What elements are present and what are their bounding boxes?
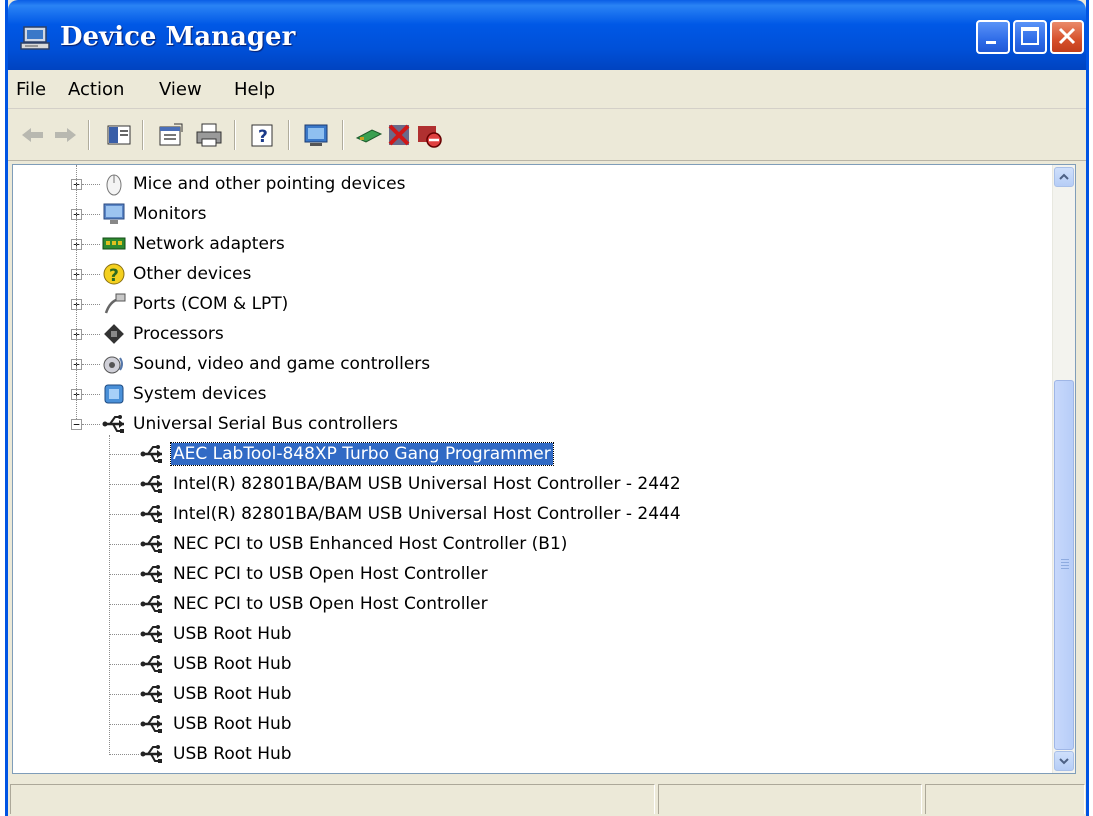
menu-action[interactable]: Action: [68, 79, 124, 100]
window-title: Device Manager: [60, 22, 296, 52]
port-icon: [104, 293, 126, 314]
svg-text:?: ?: [109, 266, 119, 286]
device-label[interactable]: NEC PCI to USB Open Host Controller: [171, 563, 490, 585]
device-label[interactable]: Intel(R) 82801BA/BAM USB Universal Host …: [171, 503, 683, 525]
system-icon: [104, 384, 124, 404]
scroll-up-button[interactable]: [1054, 167, 1074, 187]
menu-view[interactable]: View: [159, 79, 202, 100]
category-label[interactable]: Monitors: [131, 203, 208, 225]
device-label[interactable]: USB Root Hub: [171, 683, 294, 705]
svg-text:?: ?: [258, 127, 268, 147]
unknown-device-icon: ?: [103, 263, 125, 286]
category-label[interactable]: Network adapters: [131, 233, 287, 255]
usb-icon: [140, 595, 162, 613]
toolbar-separator: [342, 120, 344, 150]
toolbar-separator: [234, 120, 236, 150]
category-label[interactable]: Universal Serial Bus controllers: [131, 413, 400, 435]
chevron-up-icon: [1059, 173, 1069, 180]
processor-icon: [104, 324, 124, 344]
maximize-button[interactable]: [1013, 20, 1047, 54]
scroll-down-button[interactable]: [1054, 751, 1074, 771]
minimize-button[interactable]: [976, 20, 1010, 54]
scroll-thumb[interactable]: [1054, 380, 1074, 750]
usb-icon: [140, 505, 162, 523]
usb-icon: [102, 415, 124, 433]
usb-icon: [140, 745, 162, 763]
usb-icon: [140, 535, 162, 553]
maximize-icon: [1021, 27, 1039, 45]
category-label[interactable]: Other devices: [131, 263, 253, 285]
uninstall-icon[interactable]: [384, 120, 414, 150]
device-manager-window: Device Manager File Action View Help ? +…: [5, 0, 1089, 816]
category-label[interactable]: Sound, video and game controllers: [131, 353, 432, 375]
forward-arrow-icon[interactable]: [50, 120, 80, 150]
print-icon[interactable]: [194, 120, 224, 150]
device-label[interactable]: AEC LabTool-848XP Turbo Gang Programmer: [170, 442, 554, 466]
monitor-icon: [103, 203, 125, 224]
menu-bar: File Action View Help: [8, 70, 1086, 109]
device-label[interactable]: USB Root Hub: [171, 743, 294, 765]
update-driver-icon[interactable]: [354, 120, 384, 150]
menu-help[interactable]: Help: [234, 79, 275, 100]
chevron-down-icon: [1059, 758, 1069, 765]
usb-icon: [140, 565, 162, 583]
disable-icon[interactable]: [414, 120, 444, 150]
category-label[interactable]: System devices: [131, 383, 269, 405]
device-label[interactable]: Intel(R) 82801BA/BAM USB Universal Host …: [171, 473, 683, 495]
back-arrow-icon[interactable]: [18, 120, 48, 150]
minimize-icon: [986, 41, 996, 44]
category-label[interactable]: Processors: [131, 323, 226, 345]
usb-icon: [140, 685, 162, 703]
status-bar: [8, 778, 1086, 816]
scan-hardware-icon[interactable]: [302, 120, 332, 150]
toolbar: ?: [8, 110, 1086, 161]
computer-icon: [20, 26, 50, 50]
title-bar[interactable]: Device Manager: [8, 0, 1086, 70]
status-pane-secondary: [658, 784, 922, 814]
collapse-toggle[interactable]: −: [71, 419, 82, 430]
device-label[interactable]: NEC PCI to USB Open Host Controller: [171, 593, 490, 615]
close-button[interactable]: [1050, 20, 1084, 54]
usb-icon: [140, 625, 162, 643]
sound-icon: [103, 356, 123, 374]
toolbar-separator: [288, 120, 290, 150]
menu-file[interactable]: File: [16, 79, 46, 100]
close-icon: [1058, 27, 1076, 45]
toolbar-separator: [142, 120, 144, 150]
usb-icon: [140, 715, 162, 733]
device-label[interactable]: USB Root Hub: [171, 623, 294, 645]
vertical-scrollbar[interactable]: [1052, 165, 1075, 773]
properties-icon[interactable]: [156, 120, 186, 150]
device-label[interactable]: NEC PCI to USB Enhanced Host Controller …: [171, 533, 569, 555]
show-hide-tree-icon[interactable]: [104, 120, 134, 150]
usb-icon: [140, 655, 162, 673]
usb-icon: [140, 475, 162, 493]
mouse-icon: [106, 174, 122, 196]
category-label[interactable]: Ports (COM & LPT): [131, 293, 290, 315]
status-pane-tertiary: [925, 784, 1085, 814]
device-tree[interactable]: + Mice and other pointing devices + Monitor…: [12, 164, 1076, 774]
device-label[interactable]: USB Root Hub: [171, 713, 294, 735]
status-pane-main: [10, 784, 655, 814]
network-card-icon: [102, 237, 126, 250]
device-label[interactable]: USB Root Hub: [171, 653, 294, 675]
toolbar-separator: [88, 120, 90, 150]
help-icon[interactable]: ?: [248, 120, 278, 150]
usb-icon: [140, 445, 162, 463]
category-label[interactable]: Mice and other pointing devices: [131, 173, 407, 195]
